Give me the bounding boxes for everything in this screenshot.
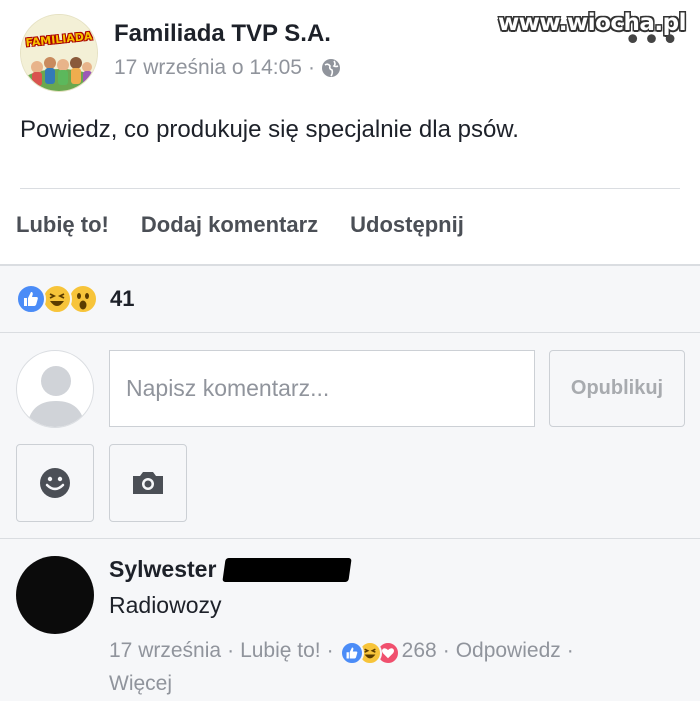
comments-section: 41 Opublikuj Sylwester Radiowozy 17 wrze…: [0, 264, 700, 701]
like-button[interactable]: Lubię to!: [16, 212, 109, 238]
emoji-icon: [40, 468, 70, 498]
page-avatar[interactable]: FAMILIADA: [20, 14, 98, 92]
post-header: FAMILIADA Familiada TVP S.A. 17 września…: [20, 14, 341, 92]
divider: [0, 538, 700, 539]
emoji-button[interactable]: [16, 444, 94, 522]
comment-reaction-count: 268: [401, 639, 437, 662]
divider: [0, 332, 700, 333]
camera-button[interactable]: [109, 444, 187, 522]
commenter-avatar[interactable]: [16, 556, 94, 634]
add-comment-button[interactable]: Dodaj komentarz: [141, 212, 318, 238]
comment-like-button[interactable]: Lubię to!: [240, 639, 321, 662]
user-avatar: [16, 350, 94, 428]
publish-button[interactable]: Opublikuj: [549, 350, 685, 427]
reaction-count: 41: [110, 286, 135, 311]
like-icon: [339, 641, 364, 665]
comment-text: Radiowozy: [109, 592, 222, 618]
post-meta: 17 września o 14:05 ·: [114, 56, 341, 80]
comment-reactions[interactable]: [339, 641, 400, 665]
meta-separator: ·: [307, 56, 315, 79]
meta-separator: ·: [227, 639, 235, 662]
redaction-bar: [222, 557, 353, 582]
globe-icon: [321, 58, 341, 78]
share-button[interactable]: Udostępnij: [350, 212, 464, 238]
meta-separator: ·: [442, 639, 450, 662]
divider: [20, 188, 680, 189]
more-link[interactable]: Więcej: [109, 672, 172, 695]
camera-icon: [133, 472, 163, 494]
more-options-icon[interactable]: •••: [624, 26, 680, 56]
post-header-text: Familiada TVP S.A. 17 września o 14:05 ·: [114, 20, 341, 80]
meta-separator: ·: [326, 639, 334, 662]
post-actions: Lubię to! Dodaj komentarz Udostępnij: [16, 212, 496, 238]
meta-separator: ·: [566, 639, 574, 662]
comment-author-name[interactable]: Sylwester: [109, 556, 216, 583]
comment-date[interactable]: 17 września: [109, 639, 221, 662]
reply-button[interactable]: Odpowiedz: [456, 639, 561, 662]
like-icon: [16, 284, 46, 314]
post-text: Powiedz, co produkuje się specjalnie dla…: [20, 116, 519, 143]
page-logo-image: [21, 15, 97, 91]
haha-icon: [42, 284, 72, 314]
comment-input[interactable]: [109, 350, 535, 427]
wow-icon: [68, 284, 98, 314]
comment-meta: 17 września · Lubię to! · 268 · Odpowiedz · Więc…: [109, 634, 669, 700]
page-name-link[interactable]: Familiada TVP S.A.: [114, 20, 341, 48]
post-timestamp[interactable]: 17 września o 14:05: [114, 56, 302, 80]
comment-author[interactable]: Sylwester: [109, 556, 353, 583]
reactions-summary[interactable]: 41: [16, 284, 134, 314]
